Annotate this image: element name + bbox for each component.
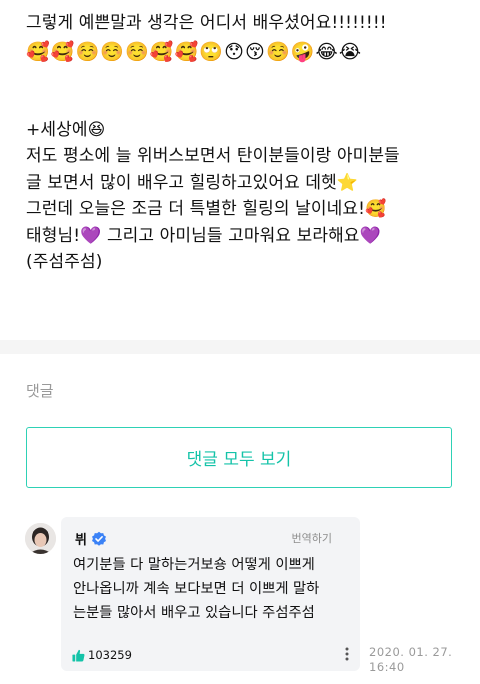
reply-date: 2020. 01. 27. bbox=[369, 645, 453, 659]
emoji: 🤪 bbox=[290, 40, 315, 63]
avatar[interactable] bbox=[25, 523, 56, 554]
emoji: 😆 bbox=[87, 119, 106, 140]
reply-author[interactable]: 뷔 bbox=[75, 529, 107, 548]
emoji: 😭 bbox=[338, 40, 362, 63]
like-count: 103259 bbox=[88, 648, 132, 662]
post-line-1: 그렇게 예쁜말과 생각은 어디서 배우셨어요!!!!!!!! bbox=[26, 13, 387, 33]
like-button[interactable]: 103259 bbox=[72, 648, 132, 662]
post-line-2: +세상에😆 bbox=[26, 119, 106, 140]
reply-text-line: 여기분들 다 말하는거보숑 어떻게 이쁘게 bbox=[73, 557, 315, 573]
emoji: ☺️ bbox=[75, 40, 100, 63]
emoji: 🥰 bbox=[50, 40, 75, 63]
star-emoji: ⭐ bbox=[336, 172, 359, 193]
reply-bubble: 뷔 번역하기 여기분들 다 말하는거보숑 어떻게 이쁘게 안나옵니까 계속 보다… bbox=[61, 517, 360, 671]
emoji: 😚 bbox=[245, 40, 265, 63]
avatar-photo bbox=[25, 523, 56, 554]
reply-text-line: 안나옵니까 계속 보다보면 더 이쁘게 말하 bbox=[73, 581, 320, 597]
emoji: 🥰 bbox=[365, 199, 387, 219]
emoji: ☺️ bbox=[100, 40, 125, 63]
reply-timestamp: 2020. 01. 27. 16:40 bbox=[369, 645, 452, 675]
verified-badge-icon bbox=[91, 531, 106, 546]
thumbs-up-icon bbox=[72, 649, 85, 662]
section-divider bbox=[0, 340, 480, 354]
translate-link[interactable]: 번역하기 bbox=[292, 530, 332, 546]
post-body: 그렇게 예쁜말과 생각은 어디서 배우셨어요!!!!!!!! 🥰 🥰 ☺️ ☺️… bbox=[26, 10, 466, 276]
author-name: 뷔 bbox=[75, 533, 87, 548]
emoji: ☺️ bbox=[125, 40, 149, 63]
comments-heading: 댓글 bbox=[26, 382, 54, 400]
emoji-row: 🥰 🥰 ☺️ ☺️ ☺️ 🥰 🥰 🙄 😯 😚 ☺️ 🤪 😂 😭 bbox=[26, 39, 466, 65]
emoji: 😯 bbox=[224, 40, 245, 63]
purple-heart-emoji: 💜 bbox=[80, 225, 102, 246]
reply-text: 여기분들 다 말하는거보숑 어떻게 이쁘게 안나옵니까 계속 보다보면 더 이쁘… bbox=[73, 553, 353, 625]
purple-heart-emoji: 💜 bbox=[359, 225, 381, 246]
post-line-3: 저도 평소에 늘 위버스보면서 탄이분들이랑 아미분들 bbox=[26, 146, 400, 166]
post-line-5: 그런데 오늘은 조금 더 특별한 힐링의 날이네요!🥰 bbox=[26, 199, 387, 219]
emoji: 🥰 bbox=[149, 40, 174, 63]
reply-text-line: 는분들 많아서 배우고 있습니다 주섬주섬 bbox=[73, 605, 315, 621]
post-line-6: 태형님!💜 그리고 아미님들 고마워요 보라해요💜 bbox=[26, 225, 381, 246]
reply-time: 16:40 bbox=[369, 660, 405, 674]
post-line-7: (주섬주섬) bbox=[26, 252, 103, 272]
emoji: ☺️ bbox=[265, 40, 290, 63]
post-line-4: 글 보면서 많이 배우고 힐링하고있어요 데헷⭐ bbox=[26, 172, 359, 193]
more-options-icon[interactable] bbox=[339, 646, 355, 662]
view-all-comments-button[interactable]: 댓글 모두 보기 bbox=[26, 427, 452, 488]
emoji: 😂 bbox=[315, 40, 338, 63]
emoji: 🙄 bbox=[199, 40, 224, 63]
emoji: 🥰 bbox=[26, 40, 50, 63]
emoji: 🥰 bbox=[174, 40, 199, 63]
